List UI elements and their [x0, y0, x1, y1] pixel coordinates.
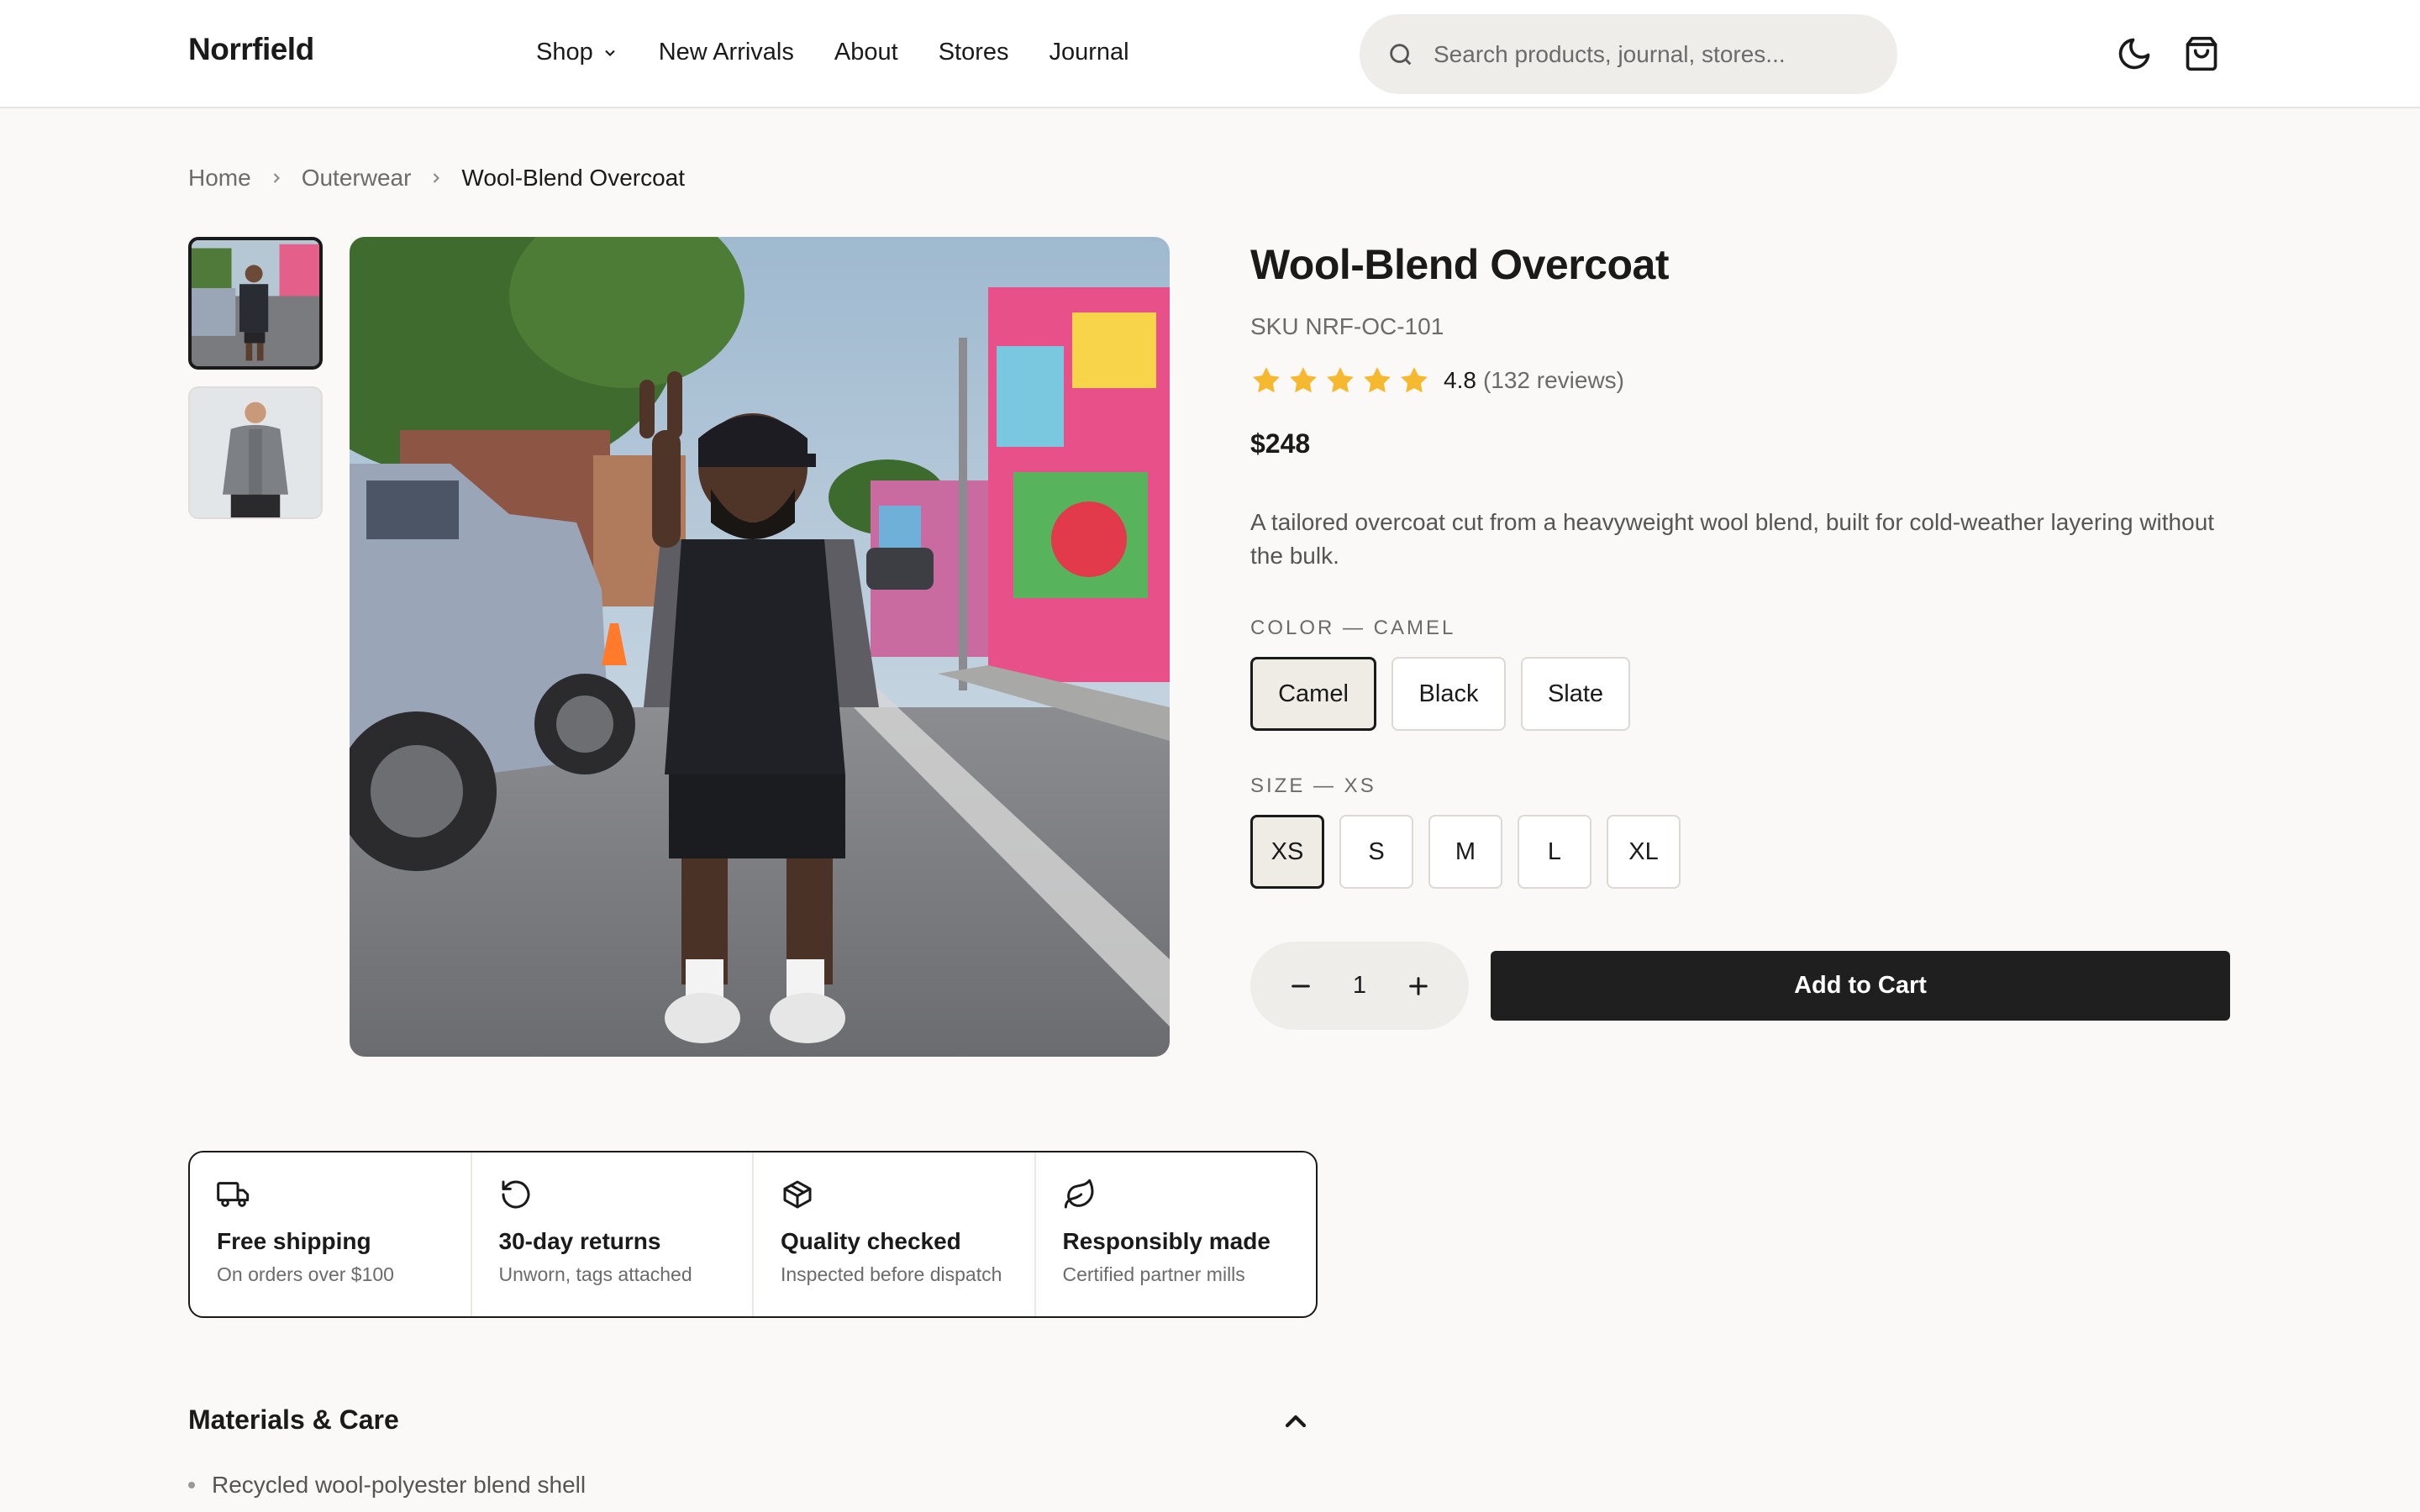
chevron-up-icon [1285, 1415, 1307, 1428]
feature-highlights: Free shipping On orders over $100 30-day… [188, 1151, 1318, 1318]
star-icon [1253, 367, 1280, 393]
nav-shop[interactable]: Shop [536, 39, 618, 66]
nav-new-arrivals[interactable]: New Arrivals [659, 39, 794, 66]
add-to-cart-button[interactable]: Add to Cart [1491, 951, 2230, 1021]
feature-quality: Quality checked Inspected before dispatc… [754, 1152, 1036, 1316]
materials-list-item: Recycled wool-polyester blend shell [188, 1472, 586, 1499]
moon-icon [2118, 38, 2150, 70]
increase-quantity-button[interactable] [1402, 969, 1435, 1003]
feature-free-shipping: Free shipping On orders over $100 [190, 1152, 472, 1316]
color-options: Camel Black Slate [1250, 657, 1630, 731]
size-label: SIZE — XS [1250, 774, 1376, 797]
feature-responsible: Responsibly made Certified partner mills [1036, 1152, 1317, 1316]
chevron-right-icon [273, 173, 280, 183]
product-main-image [350, 237, 1170, 1057]
size-option-s[interactable]: S [1339, 815, 1413, 889]
leaf-icon [1064, 1179, 1093, 1209]
feature-title: Free shipping [217, 1228, 371, 1254]
materials-care-heading[interactable]: Materials & Care [188, 1404, 399, 1436]
feature-title: 30-day returns [498, 1228, 661, 1254]
feature-returns: 30-day returns Unworn, tags attached [472, 1152, 754, 1316]
color-option-black[interactable]: Black [1392, 657, 1506, 731]
theme-toggle-button[interactable] [2116, 35, 2153, 72]
nav-journal[interactable]: Journal [1050, 39, 1129, 66]
breadcrumb: Home Outerwear Wool-Blend Overcoat [188, 165, 685, 192]
star-icon [1290, 367, 1317, 393]
feature-subtitle: Certified partner mills [1062, 1263, 1245, 1285]
main-nav: Shop New Arrivals About Stores Journal [536, 39, 1129, 66]
size-option-m[interactable]: M [1428, 815, 1502, 889]
size-options: XS S M L XL [1250, 815, 1681, 889]
breadcrumb-home[interactable]: Home [188, 165, 251, 192]
street-photo-image [350, 237, 1170, 1057]
materials-collapse-button[interactable] [1279, 1404, 1313, 1438]
jacket-photo-thumbnail-image [190, 388, 321, 517]
star-icon [1401, 367, 1428, 393]
product-rating[interactable]: 4.8 (132 reviews) [1250, 365, 1624, 396]
nav-shop-label: Shop [536, 39, 593, 66]
plus-icon [1409, 976, 1428, 995]
feature-subtitle: On orders over $100 [217, 1263, 394, 1285]
nav-about[interactable]: About [834, 39, 898, 66]
star-icon [1364, 367, 1391, 393]
size-option-l[interactable]: L [1518, 815, 1591, 889]
star-icon [1327, 367, 1354, 393]
feature-subtitle: Inspected before dispatch [781, 1263, 1002, 1285]
size-option-xs[interactable]: XS [1250, 815, 1324, 889]
decrease-quantity-button[interactable] [1284, 969, 1318, 1003]
rating-count: (132 reviews) [1482, 367, 1624, 393]
site-header: Norrfield Shop New Arrivals About Stores… [0, 0, 2420, 108]
chevron-down-icon [604, 50, 615, 56]
package-icon [783, 1180, 812, 1209]
rating-value: 4.8 [1444, 367, 1476, 393]
color-label: COLOR — CAMEL [1250, 617, 1456, 639]
quantity-value: 1 [1352, 972, 1367, 999]
site-logo[interactable]: Norrfield [188, 32, 314, 67]
product-sku: SKU NRF-OC-101 [1250, 313, 1444, 339]
bullet [188, 1482, 195, 1488]
shopping-bag-icon [2186, 36, 2217, 71]
chevron-right-icon [434, 173, 440, 183]
cart-button[interactable] [2183, 35, 2220, 72]
breadcrumb-current: Wool-Blend Overcoat [461, 165, 686, 191]
breadcrumb-outerwear[interactable]: Outerwear [302, 165, 412, 192]
street-photo-thumbnail-image [192, 240, 319, 366]
minus-icon [1292, 984, 1310, 987]
product-price: $248 [1250, 428, 1311, 459]
search-bar[interactable] [1360, 14, 1897, 94]
search-input[interactable] [1434, 40, 1870, 68]
quantity-stepper: 1 [1250, 942, 1469, 1030]
thumbnail-jacket-photo[interactable] [188, 386, 323, 519]
color-option-camel[interactable]: Camel [1250, 657, 1376, 731]
materials-item-text: Recycled wool-polyester blend shell [212, 1472, 587, 1498]
product-description: A tailored overcoat cut from a heavyweig… [1250, 509, 2215, 569]
nav-stores[interactable]: Stores [939, 39, 1009, 66]
thumbnail-street-photo[interactable] [188, 237, 323, 370]
truck-icon [217, 1182, 250, 1207]
feature-title: Responsibly made [1062, 1228, 1270, 1254]
feature-title: Quality checked [781, 1228, 961, 1254]
size-option-xl[interactable]: XL [1607, 815, 1681, 889]
product-title: Wool-Blend Overcoat [1250, 241, 1669, 288]
feature-subtitle: Unworn, tags attached [498, 1263, 692, 1285]
color-option-slate[interactable]: Slate [1521, 657, 1630, 731]
rotate-ccw-icon [502, 1180, 529, 1209]
search-icon [1390, 43, 1412, 65]
